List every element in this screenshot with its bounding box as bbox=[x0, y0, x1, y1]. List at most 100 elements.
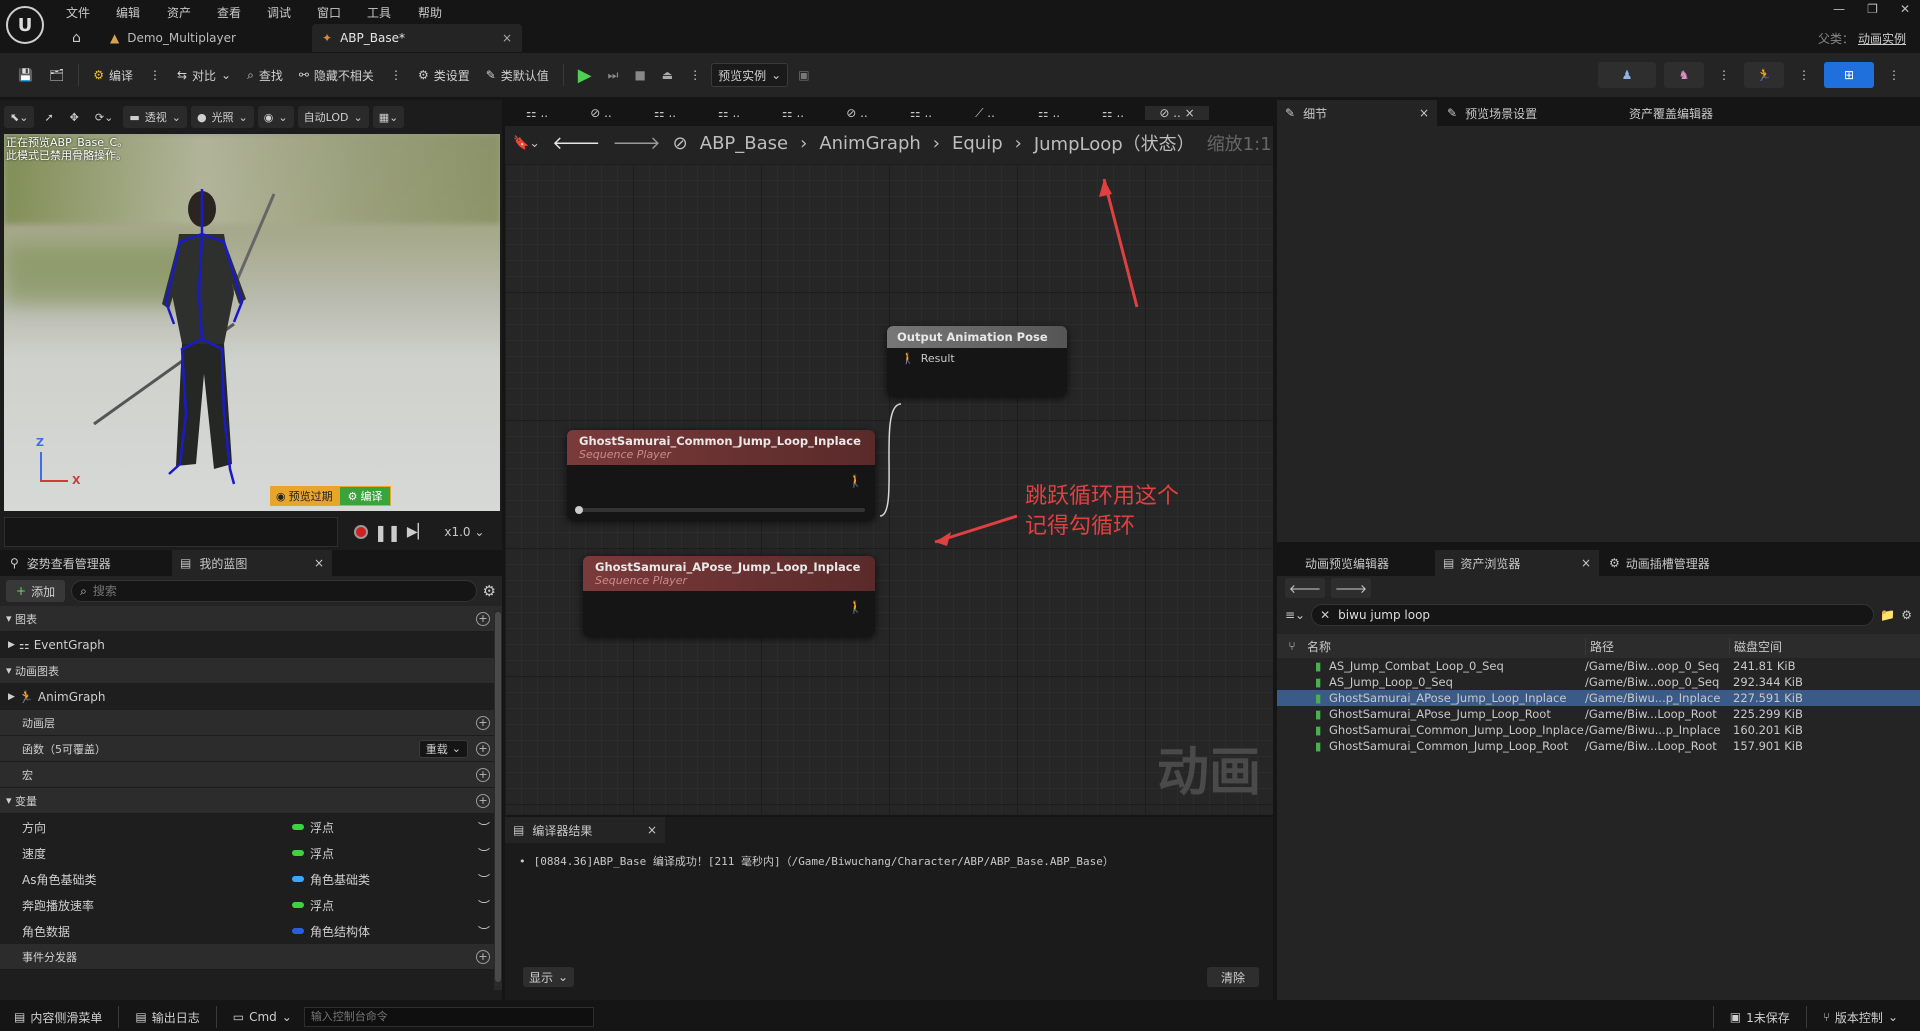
add-button[interactable]: + 添加 bbox=[6, 580, 66, 602]
viewport-scene[interactable]: 正在预览ABP_Base_C。 此模式已禁用骨骼操作。 Z X ◉ 预览过期 ⚙ 编… bbox=[4, 134, 500, 511]
breadcrumb-item[interactable]: JumpLoop（状态） bbox=[1034, 130, 1195, 156]
visibility-eye-icon[interactable]: ︶ bbox=[478, 923, 490, 940]
add-variable-icon[interactable]: + bbox=[476, 793, 490, 808]
bookmark-icon[interactable]: 🔖⌄ bbox=[513, 136, 540, 151]
select-icon[interactable]: ➚ bbox=[38, 106, 59, 128]
unsaved-button[interactable]: ▣ 1未保存 bbox=[1724, 1004, 1796, 1030]
section-anim-layers[interactable]: 动画层 + bbox=[0, 710, 502, 736]
browse-button[interactable]: 🗂 bbox=[43, 62, 70, 88]
graph-tab[interactable]: ⟋ .. bbox=[953, 106, 1017, 121]
close-window-icon[interactable]: ✕ bbox=[1900, 2, 1910, 16]
select-mode-button[interactable]: ⬉⌄ bbox=[4, 106, 35, 128]
column-path[interactable]: 路径 bbox=[1585, 637, 1729, 655]
forward-arrow-icon[interactable]: 🡒 bbox=[612, 133, 660, 154]
scrollbar[interactable] bbox=[494, 610, 502, 990]
blueprint-options-button[interactable]: ⋮ bbox=[1882, 62, 1906, 88]
preview-expired-badge[interactable]: ◉ 预览过期 bbox=[270, 486, 339, 506]
settings-icon[interactable]: ⚙ bbox=[1901, 608, 1912, 622]
pose-output-pin-icon[interactable]: 🚶 bbox=[848, 600, 863, 614]
menu-asset[interactable]: 资产 bbox=[167, 4, 217, 21]
close-icon[interactable]: × bbox=[314, 556, 324, 570]
graph-tab[interactable]: ⊘ .. bbox=[569, 106, 633, 120]
menu-tools[interactable]: 工具 bbox=[367, 4, 418, 21]
settings-icon[interactable]: ⚙ bbox=[483, 582, 496, 600]
graph-tab[interactable]: ⚏ .. bbox=[697, 106, 761, 120]
view-options-dropdown[interactable]: ▦⌄ bbox=[372, 106, 405, 128]
cmd-dropdown[interactable]: ▭ Cmd ⌄ bbox=[227, 1004, 298, 1030]
tab-anim-preview-editor[interactable]: 动画预览编辑器 bbox=[1277, 550, 1435, 576]
menu-edit[interactable]: 编辑 bbox=[116, 4, 167, 21]
close-icon[interactable]: × bbox=[1581, 556, 1591, 570]
debug-filter-button[interactable]: ▣ bbox=[792, 62, 815, 88]
tab-preview-scene[interactable]: ✎ 预览场景设置 bbox=[1437, 100, 1619, 126]
tab-anim-slot-manager[interactable]: ⚙ 动画插槽管理器 bbox=[1599, 550, 1769, 576]
content-drawer-button[interactable]: ▤ 内容侧滑菜单 bbox=[8, 1004, 108, 1030]
tree-item-event-graph[interactable]: ▶ ⚏ EventGraph bbox=[0, 632, 502, 658]
show-dropdown[interactable]: ◉ ⌄ bbox=[257, 106, 294, 128]
lighting-dropdown[interactable]: ● 光照 ⌄ bbox=[190, 106, 254, 128]
tree-item-anim-graph[interactable]: ▶ 🏃 AnimGraph bbox=[0, 684, 502, 710]
preview-instance-dropdown[interactable]: 预览实例 ⌄ bbox=[711, 63, 789, 87]
column-size[interactable]: 磁盘空间 bbox=[1729, 637, 1782, 655]
compiler-message[interactable]: [0884.36]ABP_Base 编译成功！[211 毫秒内]（/Game/B… bbox=[534, 853, 1114, 869]
play-forward-icon[interactable]: ▶▏ bbox=[407, 524, 429, 540]
find-button[interactable]: ⌕ 查找 bbox=[241, 62, 289, 88]
tab-asset-browser[interactable]: ▤ 资产浏览器 × bbox=[1435, 550, 1599, 576]
graph-tab-active[interactable]: ⊘ .. × bbox=[1145, 106, 1209, 120]
forward-arrow-icon[interactable]: 🡒 bbox=[1331, 578, 1371, 598]
play-button[interactable]: ▶ bbox=[572, 62, 598, 88]
diff-button[interactable]: ⇆ 对比 ⌄ bbox=[171, 62, 237, 88]
stop-button[interactable]: ■ bbox=[628, 62, 651, 88]
clear-search-icon[interactable]: ✕ bbox=[1320, 608, 1330, 622]
variable-row[interactable]: 方向 浮点 ︶ bbox=[0, 814, 502, 840]
blueprint-mode-button[interactable]: ⊞ bbox=[1824, 62, 1874, 88]
animation-mode-button[interactable]: 🏃 bbox=[1744, 62, 1784, 88]
playback-speed-dropdown[interactable]: x1.0 ⌄ bbox=[444, 525, 484, 539]
graph-tab[interactable]: ⚏ .. bbox=[505, 106, 569, 120]
table-row[interactable]: ▮ AS_Jump_Combat_Loop_0_Seq/Game/Biw...oo… bbox=[1277, 658, 1920, 674]
compiler-tab[interactable]: ▤ 编译器结果 × bbox=[505, 817, 665, 843]
close-icon[interactable]: × bbox=[1419, 106, 1429, 120]
rotate-icon[interactable]: ⟳⌄ bbox=[89, 106, 119, 128]
output-pose-node[interactable]: Output Animation Pose 🚶 Result bbox=[887, 326, 1067, 396]
table-row[interactable]: ▮ AS_Jump_Loop_0_Seq/Game/Biw...oop_0_Seq… bbox=[1277, 674, 1920, 690]
section-graphs[interactable]: ▾ 图表 + bbox=[0, 606, 502, 632]
tab-my-blueprint[interactable]: ▤ 我的蓝图 × bbox=[172, 550, 332, 576]
asset-search-input[interactable]: biwu jump loop bbox=[1338, 608, 1430, 622]
breadcrumb-item[interactable]: ABP_Base bbox=[700, 133, 788, 154]
source-control-button[interactable]: ⑂ 版本控制 ⌄ bbox=[1817, 1004, 1904, 1030]
menu-window[interactable]: 窗口 bbox=[317, 4, 367, 21]
show-dropdown-button[interactable]: 显示 ⌄ bbox=[523, 967, 575, 987]
tab-abp-base[interactable]: ✦ ABP_Base* × bbox=[312, 24, 522, 52]
more-options-button[interactable]: ⋮ bbox=[384, 62, 408, 88]
folder-icon[interactable]: 📁 bbox=[1880, 608, 1895, 622]
variable-row[interactable]: As角色基础类 角色基础类 ︶ bbox=[0, 866, 502, 892]
restore-icon[interactable]: ❐ bbox=[1867, 2, 1878, 16]
graph-tab[interactable]: ⚏ .. bbox=[761, 106, 825, 120]
parent-class-link[interactable]: 动画实例 bbox=[1858, 30, 1906, 47]
move-icon[interactable]: ✥ bbox=[64, 106, 85, 128]
unreal-logo-icon[interactable]: U bbox=[6, 6, 44, 44]
class-settings-button[interactable]: ⚙ 类设置 bbox=[412, 62, 476, 88]
graph-tab[interactable]: ⚏ .. bbox=[889, 106, 953, 120]
minimize-icon[interactable]: — bbox=[1833, 2, 1845, 16]
play-options-button[interactable]: ⋮ bbox=[683, 62, 707, 88]
back-arrow-icon[interactable]: 🡐 bbox=[1285, 578, 1325, 598]
menu-help[interactable]: 帮助 bbox=[418, 4, 468, 21]
variable-row[interactable]: 奔跑播放速率 浮点 ︶ bbox=[0, 892, 502, 918]
section-event-dispatchers[interactable]: 事件分发器 + bbox=[0, 944, 502, 970]
step-button[interactable]: ⏭ bbox=[602, 62, 625, 88]
override-dropdown[interactable]: 重载 ⌄ bbox=[418, 739, 468, 758]
table-row[interactable]: ▮ GhostSamurai_APose_Jump_Loop_Root/Game/… bbox=[1277, 706, 1920, 722]
table-row-selected[interactable]: ▮ GhostSamurai_APose_Jump_Loop_Inplace/Ga… bbox=[1277, 690, 1920, 706]
section-functions[interactable]: 函数（5可覆盖） 重载 ⌄ + bbox=[0, 736, 502, 762]
add-anim-layer-icon[interactable]: + bbox=[476, 715, 490, 730]
search-box[interactable]: ⌕ bbox=[71, 580, 477, 602]
visibility-eye-icon[interactable]: ︶ bbox=[478, 845, 490, 862]
graph-canvas[interactable]: Output Animation Pose 🚶 Result GhostSamu… bbox=[505, 164, 1273, 814]
result-pin[interactable]: 🚶 Result bbox=[887, 348, 1067, 368]
visibility-eye-icon[interactable]: ︶ bbox=[478, 897, 490, 914]
section-macros[interactable]: 宏 + bbox=[0, 762, 502, 788]
variable-row[interactable]: 角色数据 角色结构体 ︶ bbox=[0, 918, 502, 944]
tab-pose-watch[interactable]: ⚲ 姿势查看管理器 bbox=[0, 550, 172, 576]
